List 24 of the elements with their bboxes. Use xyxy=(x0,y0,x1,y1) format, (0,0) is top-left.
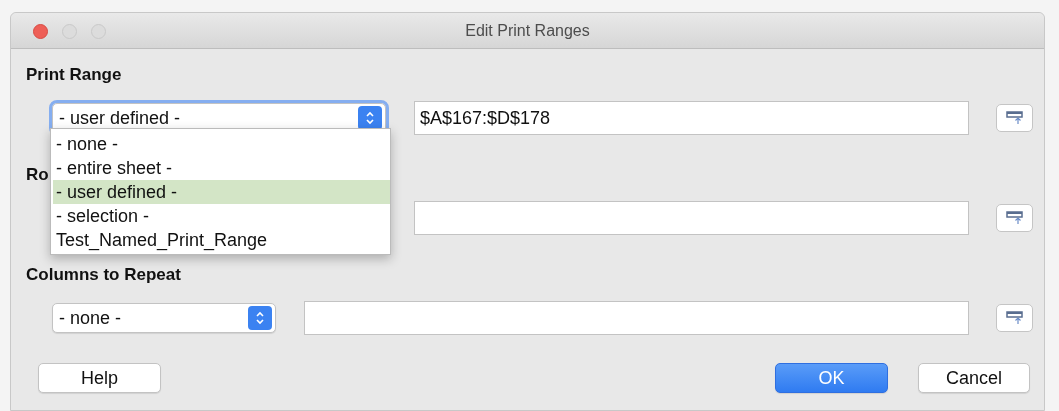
menu-option[interactable]: - user defined - xyxy=(53,180,390,204)
shrink-button[interactable] xyxy=(996,204,1033,232)
menu-option[interactable]: Test_Named_Print_Range xyxy=(53,228,390,252)
input-field[interactable] xyxy=(304,301,969,335)
chevron-icon xyxy=(255,310,265,326)
dialog-button[interactable]: Cancel xyxy=(918,363,1030,393)
shrink-icon xyxy=(1005,211,1024,225)
section-label: Ro xyxy=(26,164,49,186)
section-label: Columns to Repeat xyxy=(26,264,181,286)
close-button[interactable] xyxy=(33,24,48,39)
shrink-icon xyxy=(1005,111,1024,125)
menu-option[interactable]: - entire sheet - xyxy=(53,156,390,180)
section-label: Print Range xyxy=(26,64,122,86)
menu-option[interactable]: - none - xyxy=(53,132,390,156)
chevron-icon xyxy=(365,110,375,126)
dialog-button[interactable]: Help xyxy=(38,363,161,393)
menu-option[interactable]: - selection - xyxy=(53,204,390,228)
shrink-button[interactable] xyxy=(996,304,1033,332)
dropdown[interactable]: - none - xyxy=(52,303,276,333)
window-title: Edit Print Ranges xyxy=(465,20,590,41)
shrink-button[interactable] xyxy=(996,104,1033,132)
shrink-icon xyxy=(1005,311,1024,325)
input-field[interactable]: $A$167:$D$178 xyxy=(414,101,969,135)
input-field[interactable] xyxy=(414,201,969,235)
